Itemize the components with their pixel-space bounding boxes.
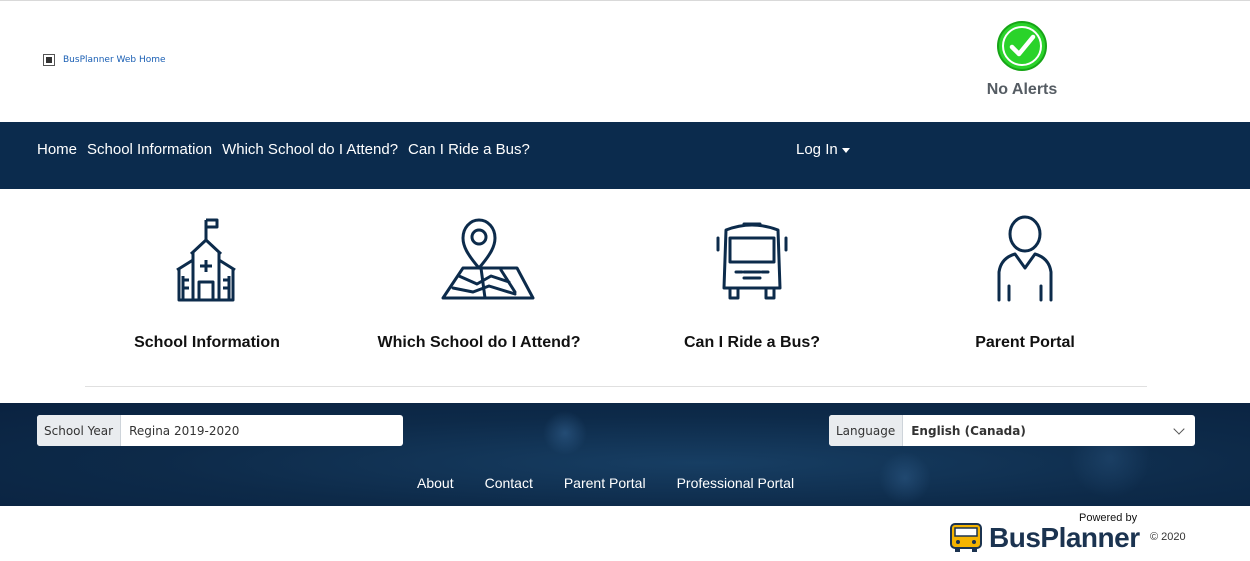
person-icon bbox=[997, 215, 1053, 302]
busplanner-bus-logo-icon bbox=[950, 523, 982, 552]
login-label: Log In bbox=[796, 141, 838, 158]
tile-school-information[interactable]: School Information bbox=[87, 210, 327, 351]
caret-down-icon bbox=[841, 147, 850, 153]
tile-label: Which School do I Attend? bbox=[377, 334, 581, 351]
top-border bbox=[0, 0, 1250, 1]
language-label: Language bbox=[829, 415, 904, 446]
logo-alt-text: BusPlanner Web Home bbox=[63, 55, 166, 65]
section-divider bbox=[85, 386, 1147, 387]
tile-which-school[interactable]: Which School do I Attend? bbox=[359, 210, 599, 351]
main-navbar: Home School Information Which School do … bbox=[0, 122, 1250, 189]
broken-image-icon bbox=[43, 54, 55, 66]
tile-label: School Information bbox=[134, 334, 280, 351]
tile-parent-portal[interactable]: Parent Portal bbox=[905, 210, 1145, 351]
busplanner-brand-text: BusPlanner bbox=[989, 522, 1140, 553]
alert-status: No Alerts bbox=[964, 20, 1080, 99]
copyright-text: © 2020 bbox=[1150, 531, 1186, 543]
alert-status-text: No Alerts bbox=[986, 81, 1058, 98]
school-year-label: School Year bbox=[37, 415, 122, 446]
login-dropdown[interactable]: Log In bbox=[796, 141, 850, 158]
nav-can-i-ride[interactable]: Can I Ride a Bus? bbox=[408, 141, 530, 158]
footer-band: School Year Regina 2019-2020 Language En… bbox=[0, 403, 1250, 506]
school-year-value[interactable]: Regina 2019-2020 bbox=[121, 415, 403, 446]
chevron-down-icon bbox=[1173, 422, 1185, 435]
busplanner-home-link[interactable]: BusPlanner Web Home bbox=[43, 54, 166, 66]
powered-by-block: Powered by BusPlanner © 2020 bbox=[947, 512, 1207, 557]
language-value[interactable]: English (Canada) bbox=[903, 415, 1195, 446]
tile-label: Parent Portal bbox=[975, 334, 1075, 351]
footer-link-professional-portal[interactable]: Professional Portal bbox=[677, 475, 795, 491]
footer-link-contact[interactable]: Contact bbox=[485, 475, 533, 491]
map-pin-icon bbox=[441, 218, 535, 300]
nav-school-information[interactable]: School Information bbox=[87, 141, 212, 158]
language-select[interactable]: Language English (Canada) bbox=[829, 415, 1195, 446]
nav-home[interactable]: Home bbox=[37, 141, 77, 158]
tile-label: Can I Ride a Bus? bbox=[683, 334, 821, 351]
language-value-text: English (Canada) bbox=[911, 423, 1026, 438]
tile-can-i-ride[interactable]: Can I Ride a Bus? bbox=[632, 210, 872, 351]
footer-link-parent-portal[interactable]: Parent Portal bbox=[564, 475, 646, 491]
nav-which-school[interactable]: Which School do I Attend? bbox=[222, 141, 398, 158]
school-icon bbox=[176, 218, 236, 302]
checkmark-icon bbox=[997, 21, 1047, 71]
bus-icon bbox=[716, 222, 788, 300]
school-year-select[interactable]: School Year Regina 2019-2020 bbox=[37, 415, 403, 446]
footer-link-about[interactable]: About bbox=[417, 475, 454, 491]
